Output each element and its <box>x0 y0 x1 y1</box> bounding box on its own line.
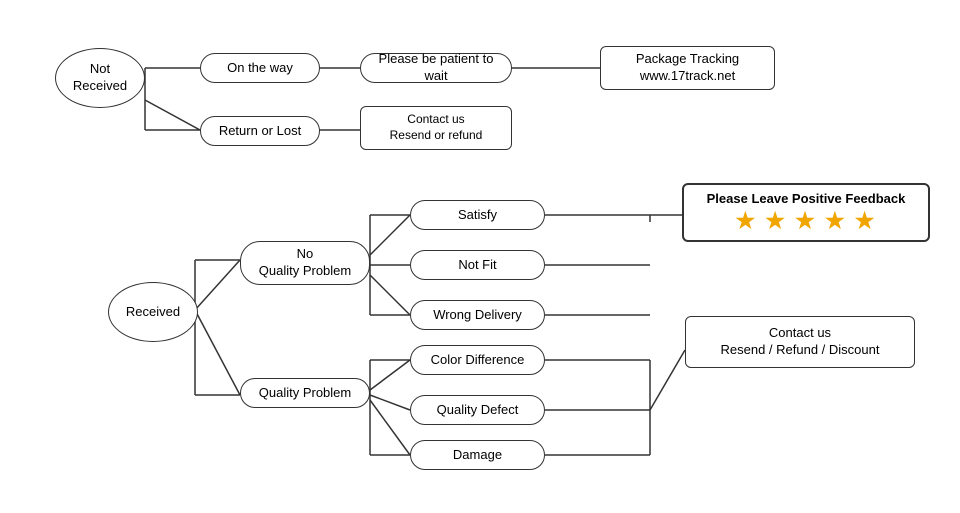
quality-defect-node: Quality Defect <box>410 395 545 425</box>
color-difference-node: Color Difference <box>410 345 545 375</box>
package-tracking-label: Package Trackingwww.17track.net <box>636 51 739 85</box>
diagram: Not Received On the way Return or Lost P… <box>0 0 960 513</box>
wrong-delivery-label: Wrong Delivery <box>433 307 522 324</box>
quality-problem-node: Quality Problem <box>240 378 370 408</box>
quality-defect-label: Quality Defect <box>437 402 519 419</box>
patient-node: Please be patient to wait <box>360 53 512 83</box>
received-label: Received <box>126 304 180 321</box>
not-fit-node: Not Fit <box>410 250 545 280</box>
contact-us2-node: Contact usResend / Refund / Discount <box>685 316 915 368</box>
positive-feedback-box: Please Leave Positive Feedback ★ ★ ★ ★ ★ <box>682 183 930 242</box>
positive-feedback-text: Please Leave Positive Feedback <box>694 191 918 206</box>
stars-display: ★ ★ ★ ★ ★ <box>694 208 918 234</box>
not-fit-label: Not Fit <box>458 257 496 274</box>
no-quality-problem-node: NoQuality Problem <box>240 241 370 285</box>
package-tracking-node: Package Trackingwww.17track.net <box>600 46 775 90</box>
no-quality-problem-label: NoQuality Problem <box>259 246 351 280</box>
damage-node: Damage <box>410 440 545 470</box>
contact-resend-label: Contact usResend or refund <box>390 112 483 143</box>
contact-resend-node: Contact usResend or refund <box>360 106 512 150</box>
on-the-way-node: On the way <box>200 53 320 83</box>
not-received-node: Not Received <box>55 48 145 108</box>
patient-label: Please be patient to wait <box>369 51 503 85</box>
damage-label: Damage <box>453 447 502 464</box>
return-or-lost-label: Return or Lost <box>219 123 301 140</box>
on-the-way-label: On the way <box>227 60 293 77</box>
received-node: Received <box>108 282 198 342</box>
color-difference-label: Color Difference <box>431 352 525 369</box>
satisfy-node: Satisfy <box>410 200 545 230</box>
satisfy-label: Satisfy <box>458 207 497 224</box>
wrong-delivery-node: Wrong Delivery <box>410 300 545 330</box>
not-received-label: Not Received <box>73 61 127 95</box>
contact-us2-label: Contact usResend / Refund / Discount <box>721 325 880 359</box>
return-or-lost-node: Return or Lost <box>200 116 320 146</box>
quality-problem-label: Quality Problem <box>259 385 351 402</box>
